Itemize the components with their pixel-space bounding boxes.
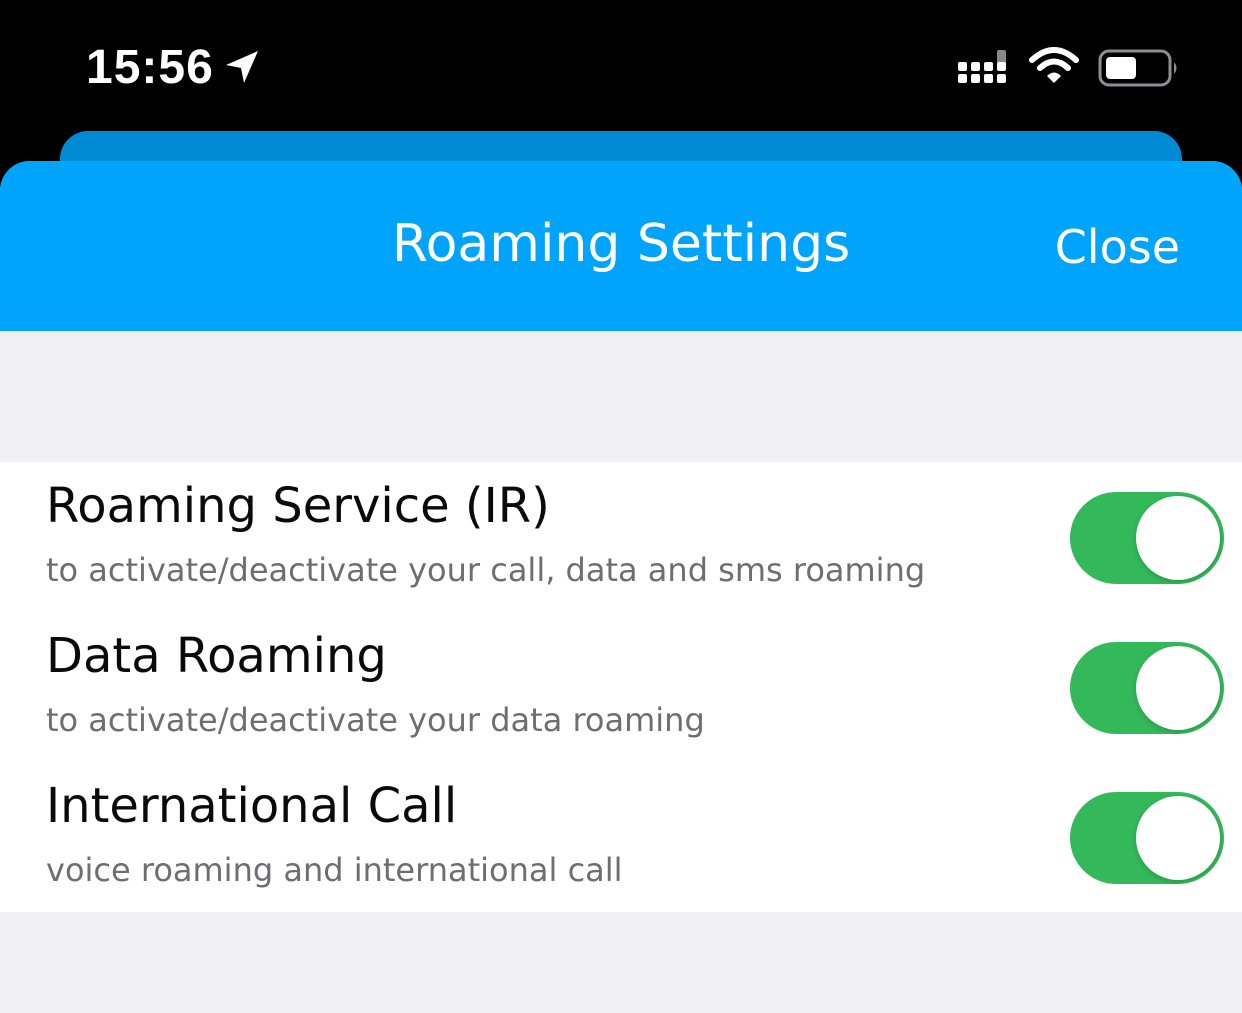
- nav-bar: Roaming Settings Close: [0, 161, 1242, 331]
- setting-subtitle: to activate/deactivate your data roaming: [46, 701, 705, 739]
- data-roaming-toggle[interactable]: [1070, 642, 1224, 734]
- wifi-icon: [1029, 47, 1079, 83]
- setting-title: Roaming Service (IR): [46, 478, 550, 534]
- setting-row-roaming-service: Roaming Service (IR) to activate/deactiv…: [0, 462, 1242, 612]
- cellular-signal-icon: [958, 50, 1006, 83]
- settings-list: Roaming Service (IR) to activate/deactiv…: [0, 462, 1242, 912]
- roaming-settings-sheet: Roaming Settings Close Roaming Service (…: [0, 161, 1242, 1013]
- location-arrow-icon: [226, 51, 258, 83]
- battery-icon: [1098, 49, 1177, 87]
- status-bar: 15:56: [0, 0, 1242, 132]
- toggle-knob: [1136, 796, 1220, 880]
- setting-row-data-roaming: Data Roaming to activate/deactivate your…: [0, 612, 1242, 762]
- setting-row-international-call: International Call voice roaming and int…: [0, 762, 1242, 912]
- setting-subtitle: voice roaming and international call: [46, 851, 623, 889]
- status-time: 15:56: [86, 41, 214, 94]
- close-button[interactable]: Close: [1055, 217, 1180, 277]
- toggle-knob: [1136, 496, 1220, 580]
- international-call-toggle[interactable]: [1070, 792, 1224, 884]
- toggle-knob: [1136, 646, 1220, 730]
- setting-subtitle: to activate/deactivate your call, data a…: [46, 551, 926, 589]
- roaming-service-toggle[interactable]: [1070, 492, 1224, 584]
- setting-title: International Call: [46, 778, 458, 834]
- setting-title: Data Roaming: [46, 628, 387, 684]
